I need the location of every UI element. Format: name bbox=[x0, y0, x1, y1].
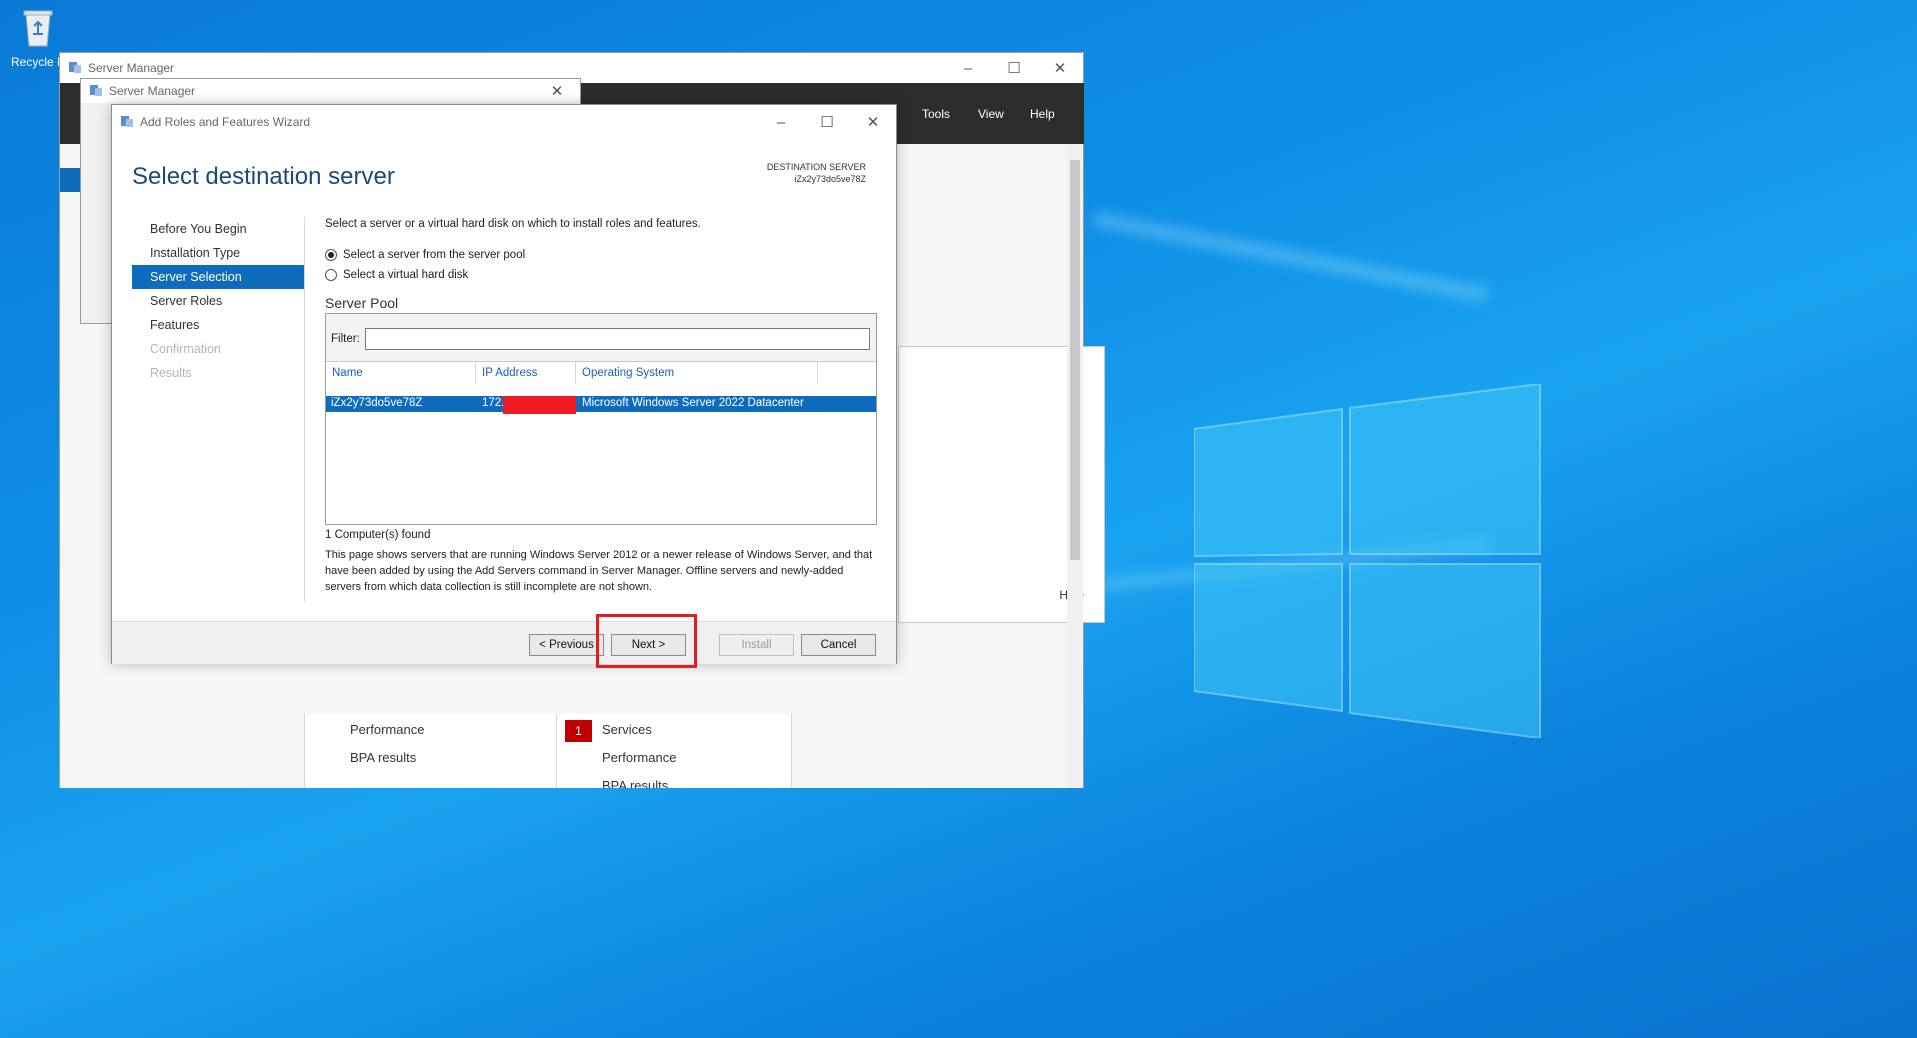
scrollbar-thumb[interactable] bbox=[1070, 160, 1080, 560]
nav-before-you-begin[interactable]: Before You Begin bbox=[132, 217, 304, 241]
nav-confirmation: Confirmation bbox=[150, 342, 221, 356]
nav-server-selection[interactable]: Server Selection bbox=[132, 265, 304, 289]
intro-text: Select a server or a virtual hard disk o… bbox=[325, 218, 701, 230]
server-manager-icon bbox=[90, 85, 102, 96]
destination-server-value: iZx2y73do5ve78Z bbox=[794, 174, 866, 184]
server-pool-list: Filter: Name IP Address Operating System… bbox=[325, 313, 877, 525]
option-server-pool[interactable]: Select a server from the server pool bbox=[325, 245, 881, 265]
nav-installation-type[interactable]: Installation Type bbox=[132, 241, 304, 265]
page-title: Select destination server bbox=[132, 163, 395, 190]
info-text: This page shows servers that are running… bbox=[325, 549, 873, 593]
radio-server-pool[interactable] bbox=[325, 249, 337, 261]
column-header-ip[interactable]: IP Address bbox=[476, 362, 576, 384]
column-header-name[interactable]: Name bbox=[326, 362, 476, 384]
tile-left: Performance BPA results bbox=[304, 714, 579, 788]
add-roles-wizard: Add Roles and Features Wizard – ☐ ✕ Sele… bbox=[111, 104, 897, 664]
wizard-minimize-button[interactable]: – bbox=[758, 105, 804, 139]
maximize-button[interactable]: ☐ bbox=[991, 53, 1037, 83]
row-os: Microsoft Windows Server 2022 Datacenter bbox=[582, 397, 804, 409]
wizard-footer: < Previous Next > Install Cancel bbox=[112, 621, 896, 664]
tile-left-bpa[interactable]: BPA results bbox=[350, 750, 416, 765]
next-button-highlight bbox=[596, 614, 697, 668]
light-beam bbox=[1092, 211, 1488, 303]
popup-title: Server Manager bbox=[109, 84, 196, 98]
wizard-window-title: Add Roles and Features Wizard bbox=[140, 115, 311, 129]
found-count: 1 Computer(s) found bbox=[325, 529, 431, 541]
column-header-os[interactable]: Operating System bbox=[576, 362, 818, 384]
option-vhd[interactable]: Select a virtual hard disk bbox=[325, 265, 881, 285]
tile-right-performance[interactable]: Performance bbox=[602, 750, 676, 765]
option-server-pool-label[interactable]: Select a server from the server pool bbox=[343, 249, 525, 261]
nav-server-roles[interactable]: Server Roles bbox=[132, 289, 304, 313]
wizard-icon bbox=[121, 116, 133, 127]
popup-close-button[interactable]: ✕ bbox=[534, 79, 580, 103]
cancel-button[interactable]: Cancel bbox=[801, 634, 876, 656]
option-vhd-label[interactable]: Select a virtual hard disk bbox=[343, 269, 468, 281]
wizard-maximize-button[interactable]: ☐ bbox=[804, 105, 850, 139]
menu-tools[interactable]: Tools bbox=[922, 107, 950, 121]
nav-features[interactable]: Features bbox=[132, 313, 304, 337]
table-row[interactable]: iZx2y73do5ve78Z 172. Microsoft Windows S… bbox=[326, 396, 876, 414]
previous-button[interactable]: < Previous bbox=[529, 634, 604, 656]
redaction-block bbox=[503, 396, 576, 414]
wizard-close-button[interactable]: ✕ bbox=[850, 105, 896, 139]
minimize-button[interactable]: – bbox=[945, 53, 991, 83]
row-name: iZx2y73do5ve78Z bbox=[331, 397, 423, 409]
services-alert-badge: 1 bbox=[565, 720, 592, 742]
wizard-navigation: Before You Begin Installation Type Serve… bbox=[132, 217, 304, 385]
menu-view[interactable]: View bbox=[978, 107, 1004, 121]
dashboard-scrollbar[interactable] bbox=[1067, 144, 1083, 788]
tile-right-bpa[interactable]: BPA results bbox=[602, 778, 668, 788]
install-button: Install bbox=[719, 634, 794, 656]
nav-results: Results bbox=[150, 366, 192, 380]
tile-left-performance[interactable]: Performance bbox=[350, 722, 424, 737]
wizard-titlebar[interactable]: Add Roles and Features Wizard – ☐ ✕ bbox=[112, 105, 896, 139]
destination-server: DESTINATION SERVER iZx2y73do5ve78Z bbox=[767, 161, 866, 185]
tile-right-services[interactable]: Services bbox=[602, 722, 652, 737]
tile-right: 1 Services Performance BPA results bbox=[556, 714, 792, 788]
dashboard-nav-marker bbox=[60, 168, 82, 192]
filter-label: Filter: bbox=[331, 333, 360, 345]
server-manager-title: Server Manager bbox=[88, 61, 175, 75]
windows-logo bbox=[1194, 384, 1541, 738]
recycle-bin-icon bbox=[23, 10, 53, 47]
close-button[interactable]: ✕ bbox=[1037, 53, 1083, 83]
server-manager-icon bbox=[69, 62, 81, 73]
popup-titlebar[interactable]: Server Manager ✕ bbox=[81, 79, 580, 103]
menu-help[interactable]: Help bbox=[1030, 107, 1055, 121]
wizard-content: Select a server or a virtual hard disk o… bbox=[325, 217, 881, 595]
row-ip: 172. bbox=[482, 397, 505, 409]
radio-vhd[interactable] bbox=[325, 269, 337, 281]
destination-server-label: DESTINATION SERVER bbox=[766, 162, 866, 172]
filter-row: Filter: bbox=[326, 314, 876, 362]
filter-input[interactable] bbox=[365, 328, 870, 350]
nav-divider bbox=[304, 217, 305, 602]
server-pool-label: Server Pool bbox=[325, 295, 399, 311]
